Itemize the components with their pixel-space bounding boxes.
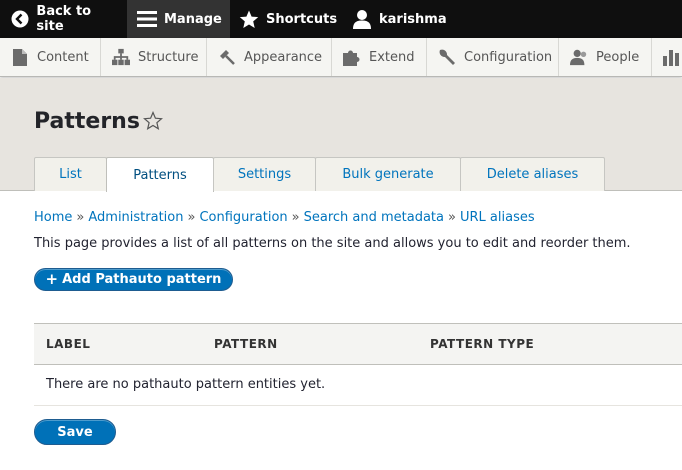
- menu-item-extend[interactable]: Extend: [332, 38, 427, 76]
- username-label: karishma: [379, 11, 447, 27]
- add-button-label: Add Pathauto pattern: [62, 272, 222, 287]
- empty-message: There are no pathauto pattern entities y…: [46, 377, 326, 392]
- user-icon: [352, 9, 372, 29]
- plus-icon: +: [45, 270, 59, 288]
- breadcrumb-url-aliases[interactable]: URL aliases: [460, 210, 535, 225]
- column-header-pattern-type: PATTERN TYPE: [430, 337, 535, 351]
- menu-item-reports[interactable]: [652, 38, 682, 76]
- add-pathauto-pattern-button[interactable]: + Add Pathauto pattern: [34, 268, 233, 291]
- table-row: There are no pathauto pattern entities y…: [34, 365, 682, 406]
- tab-list[interactable]: List: [34, 157, 107, 191]
- menu-item-content[interactable]: Content: [0, 38, 101, 76]
- menu-item-configuration[interactable]: Configuration: [427, 38, 559, 76]
- primary-tabs: List Patterns Settings Bulk generate Del…: [34, 157, 605, 192]
- column-header-pattern: PATTERN: [214, 337, 278, 351]
- puzzle-icon: [343, 48, 361, 66]
- breadcrumb-search-and-metadata[interactable]: Search and metadata: [304, 210, 444, 225]
- breadcrumb-separator: »: [187, 210, 196, 225]
- wrench-icon: [438, 48, 456, 66]
- tab-bulk-generate[interactable]: Bulk generate: [315, 157, 461, 191]
- table-header: LABEL PATTERN PATTERN TYPE: [34, 323, 682, 365]
- manage-tab[interactable]: Manage: [127, 0, 230, 38]
- reports-icon: [663, 48, 681, 66]
- menu-item-appearance[interactable]: Appearance: [207, 38, 332, 76]
- menu-item-structure[interactable]: Structure: [101, 38, 207, 76]
- menu-item-label: People: [596, 49, 640, 65]
- menu-item-label: Extend: [369, 49, 415, 65]
- shortcuts-label: Shortcuts: [266, 11, 338, 27]
- page-description: This page provides a list of all pattern…: [34, 236, 631, 251]
- tab-settings[interactable]: Settings: [213, 157, 316, 191]
- patterns-table: LABEL PATTERN PATTERN TYPE There are no …: [34, 323, 682, 406]
- back-to-site-label: Back to site: [36, 4, 92, 34]
- shortcut-star-icon[interactable]: [143, 111, 163, 131]
- breadcrumb-separator: »: [291, 210, 300, 225]
- menu-item-label: Appearance: [244, 49, 323, 65]
- page-title: Patterns: [34, 109, 140, 134]
- admin-menu-tray: Content Structure Appearance Extend Conf…: [0, 38, 682, 77]
- tab-delete-aliases[interactable]: Delete aliases: [460, 157, 605, 191]
- people-icon: [570, 48, 588, 66]
- menu-item-label: Content: [37, 49, 89, 65]
- file-icon: [11, 48, 29, 66]
- menu-icon: [137, 9, 157, 29]
- breadcrumb: Home» Administration» Configuration» Search…: [34, 210, 535, 225]
- menu-item-label: Configuration: [464, 49, 553, 65]
- breadcrumb-separator: »: [448, 210, 456, 225]
- star-icon: [239, 9, 259, 29]
- paintbrush-icon: [218, 48, 236, 66]
- tab-patterns[interactable]: Patterns: [106, 157, 214, 192]
- breadcrumb-configuration[interactable]: Configuration: [199, 210, 287, 225]
- structure-icon: [112, 48, 130, 66]
- save-button[interactable]: Save: [34, 419, 116, 445]
- back-to-site-link[interactable]: Back to site: [0, 0, 127, 38]
- shortcuts-tab[interactable]: Shortcuts: [230, 0, 343, 38]
- user-tab[interactable]: karishma: [343, 0, 458, 38]
- breadcrumb-home[interactable]: Home: [34, 210, 72, 225]
- menu-item-people[interactable]: People: [559, 38, 652, 76]
- manage-label: Manage: [164, 11, 222, 27]
- admin-toolbar: Back to site Manage Shortcuts karishma: [0, 0, 682, 38]
- menu-item-label: Structure: [138, 49, 199, 65]
- breadcrumb-administration[interactable]: Administration: [88, 210, 183, 225]
- column-header-label: LABEL: [46, 337, 91, 351]
- back-arrow-icon: [11, 9, 29, 29]
- breadcrumb-separator: »: [76, 210, 85, 225]
